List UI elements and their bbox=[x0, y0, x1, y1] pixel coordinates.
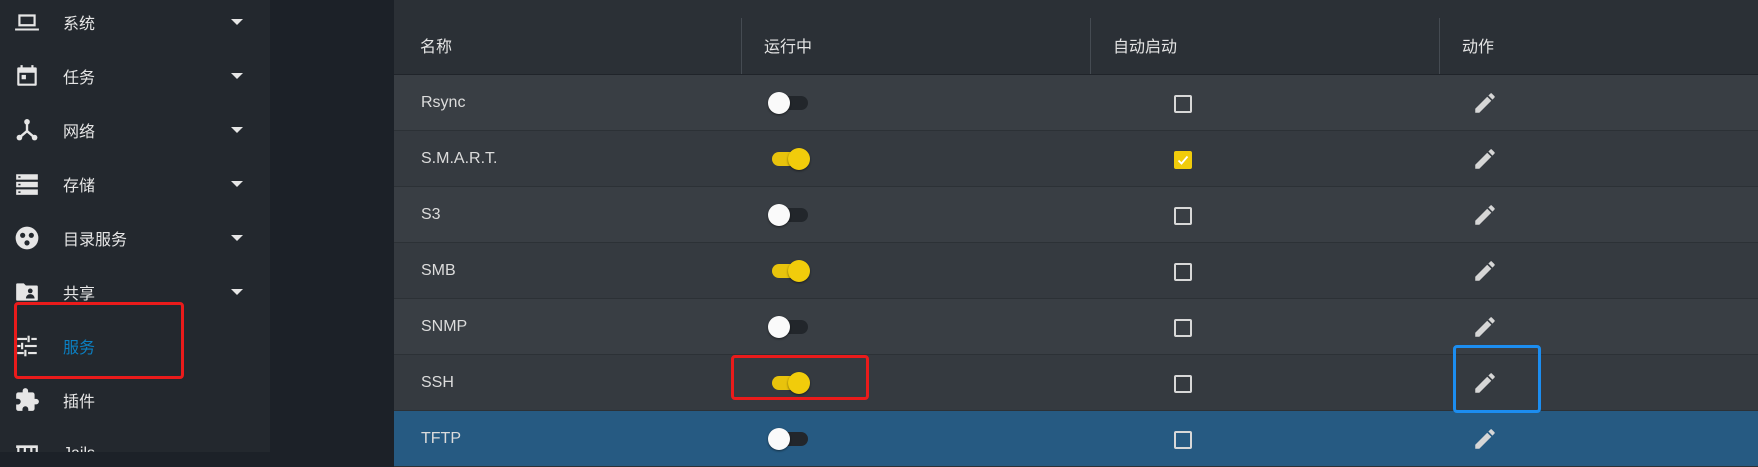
sidebar-item[interactable]: 任务 bbox=[0, 49, 270, 103]
chevron-down-icon[interactable] bbox=[230, 123, 244, 137]
column-header-autostart[interactable]: 自动启动 bbox=[1087, 18, 1436, 74]
running-toggle[interactable] bbox=[768, 92, 810, 114]
sidebar-item-label: 服务 bbox=[63, 340, 96, 357]
autostart-checkbox[interactable] bbox=[1174, 151, 1192, 169]
sidebar-item-label: 任务 bbox=[63, 70, 96, 87]
sidebar-item-label: 插件 bbox=[63, 394, 96, 411]
service-name: SSH bbox=[421, 374, 454, 391]
edit-pencil-icon[interactable] bbox=[1472, 426, 1498, 452]
autostart-checkbox[interactable] bbox=[1174, 319, 1192, 337]
tune-sliders-icon bbox=[13, 332, 41, 360]
sidebar-item[interactable]: 系统 bbox=[0, 0, 270, 49]
autostart-checkbox[interactable] bbox=[1174, 95, 1192, 113]
table-row[interactable]: S3 bbox=[394, 187, 1758, 243]
running-toggle[interactable] bbox=[768, 428, 810, 450]
column-divider bbox=[1439, 18, 1440, 74]
edit-pencil-icon[interactable] bbox=[1472, 202, 1498, 228]
sidebar-item[interactable]: 共享 bbox=[0, 265, 270, 319]
content-gutter bbox=[270, 0, 394, 452]
sidebar-item[interactable]: 插件 bbox=[0, 373, 270, 427]
table-row[interactable]: S.M.A.R.T. bbox=[394, 131, 1758, 187]
sidebar-item-label: 网络 bbox=[63, 124, 96, 141]
column-divider bbox=[1090, 18, 1091, 74]
autostart-checkbox[interactable] bbox=[1174, 375, 1192, 393]
service-name: TFTP bbox=[421, 430, 461, 447]
service-name: SMB bbox=[421, 262, 456, 279]
storage-icon bbox=[13, 170, 41, 198]
edit-pencil-icon[interactable] bbox=[1472, 314, 1498, 340]
table-row[interactable]: SMB bbox=[394, 243, 1758, 299]
table-row[interactable]: SSH bbox=[394, 355, 1758, 411]
column-header-name[interactable]: 名称 bbox=[394, 18, 738, 74]
autostart-checkbox[interactable] bbox=[1174, 431, 1192, 449]
sidebar-item-label: 共享 bbox=[63, 286, 96, 303]
column-divider bbox=[741, 18, 742, 74]
table-header: 名称 运行中 自动启动 动作 bbox=[394, 18, 1758, 75]
running-toggle[interactable] bbox=[768, 260, 810, 282]
shared-folder-icon bbox=[13, 278, 41, 306]
chevron-down-icon[interactable] bbox=[230, 69, 244, 83]
calendar-icon bbox=[13, 62, 41, 90]
service-name: Rsync bbox=[421, 94, 466, 111]
running-toggle[interactable] bbox=[768, 148, 810, 170]
sidebar-item-label: 系统 bbox=[63, 16, 96, 33]
edit-pencil-icon[interactable] bbox=[1472, 258, 1498, 284]
edit-pencil-icon[interactable] bbox=[1472, 370, 1498, 396]
running-toggle[interactable] bbox=[768, 372, 810, 394]
chevron-down-icon[interactable] bbox=[230, 177, 244, 191]
sidebar-item-label: 存储 bbox=[63, 178, 96, 195]
table-top-strip bbox=[394, 0, 1758, 18]
edit-pencil-icon[interactable] bbox=[1472, 146, 1498, 172]
chevron-down-icon[interactable] bbox=[230, 231, 244, 245]
sidebar-item[interactable]: 网络 bbox=[0, 103, 270, 157]
edit-pencil-icon[interactable] bbox=[1472, 90, 1498, 116]
chevron-down-icon[interactable] bbox=[230, 285, 244, 299]
service-name: S.M.A.R.T. bbox=[421, 150, 498, 167]
autostart-checkbox[interactable] bbox=[1174, 207, 1192, 225]
column-header-running[interactable]: 运行中 bbox=[738, 18, 1087, 74]
running-toggle[interactable] bbox=[768, 316, 810, 338]
column-header-actions: 动作 bbox=[1462, 39, 1495, 56]
services-table: 名称 运行中 自动启动 动作 Rsync S.M.A.R.T. S3 SMB SNMP S… bbox=[394, 0, 1758, 467]
chevron-down-icon[interactable] bbox=[230, 15, 244, 29]
jail-icon bbox=[13, 440, 41, 452]
sidebar-item-label: 目录服务 bbox=[63, 232, 128, 249]
table-row[interactable]: Rsync bbox=[394, 75, 1758, 131]
autostart-checkbox[interactable] bbox=[1174, 263, 1192, 281]
sidebar-item[interactable]: 服务 bbox=[0, 319, 270, 373]
directory-services-icon bbox=[13, 224, 41, 252]
running-toggle[interactable] bbox=[768, 204, 810, 226]
table-row[interactable]: TFTP bbox=[394, 411, 1758, 467]
sidebar: 系统任务网络存储目录服务共享服务插件 Jails bbox=[0, 0, 270, 452]
sidebar-item[interactable]: 目录服务 bbox=[0, 211, 270, 265]
sidebar-item[interactable]: 存储 bbox=[0, 157, 270, 211]
service-name: S3 bbox=[421, 206, 441, 223]
puzzle-plugin-icon bbox=[13, 386, 41, 414]
table-row[interactable]: SNMP bbox=[394, 299, 1758, 355]
laptop-icon bbox=[13, 8, 41, 36]
network-icon bbox=[13, 116, 41, 144]
sidebar-item[interactable]: Jails bbox=[0, 427, 270, 452]
sidebar-item-label: Jails bbox=[63, 445, 95, 452]
service-name: SNMP bbox=[421, 318, 468, 335]
